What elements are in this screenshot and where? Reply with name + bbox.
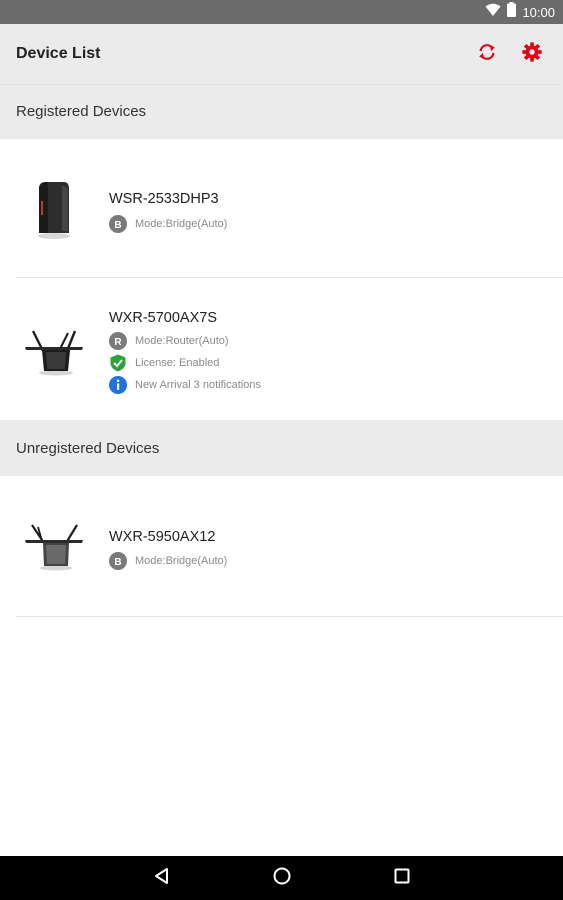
navigation-bar bbox=[0, 856, 563, 900]
router-antenna-image bbox=[22, 321, 86, 385]
device-row-wxr-5950ax12[interactable]: WXR-5950AX12 B Mode:Bridge(Auto) bbox=[0, 477, 563, 617]
home-icon bbox=[272, 866, 292, 891]
section-header-registered: Registered Devices bbox=[0, 85, 563, 139]
status-icons: 10:00 bbox=[485, 2, 555, 22]
device-name: WXR-5950AX12 bbox=[109, 529, 216, 545]
battery-icon bbox=[507, 2, 517, 22]
mode-text: Mode:Bridge(Auto) bbox=[135, 555, 228, 567]
device-mode: B Mode:Bridge(Auto) bbox=[109, 215, 227, 233]
home-button[interactable] bbox=[270, 866, 294, 890]
device-license: License: Enabled bbox=[109, 354, 219, 372]
mode-bridge-icon: B bbox=[109, 552, 127, 570]
page-title: Device List bbox=[16, 45, 101, 62]
device-notifications: New Arrival 3 notifications bbox=[109, 376, 261, 394]
section-label: Unregistered Devices bbox=[16, 440, 160, 457]
mode-text: Mode:Router(Auto) bbox=[135, 335, 229, 347]
status-time: 10:00 bbox=[522, 4, 555, 20]
svg-text:B: B bbox=[114, 220, 121, 231]
device-name: WXR-5700AX7S bbox=[109, 310, 217, 326]
license-text: License: Enabled bbox=[135, 357, 220, 369]
back-icon bbox=[153, 867, 171, 890]
info-icon bbox=[109, 376, 127, 394]
device-mode: R Mode:Router(Auto) bbox=[109, 332, 229, 350]
status-bar: 10:00 bbox=[0, 0, 563, 24]
svg-text:R: R bbox=[114, 337, 122, 348]
device-row-wxr-5700ax7s[interactable]: WXR-5700AX7S R Mode:Router(Auto) License… bbox=[0, 279, 563, 419]
router-vertical-image bbox=[22, 177, 86, 241]
back-button[interactable] bbox=[150, 866, 174, 890]
refresh-icon bbox=[476, 41, 498, 68]
recents-button[interactable] bbox=[390, 866, 414, 890]
mode-router-icon: R bbox=[109, 332, 127, 350]
settings-icon bbox=[521, 41, 543, 68]
license-check-icon bbox=[109, 354, 127, 372]
device-row-wsr-2533dhp3[interactable]: WSR-2533DHP3 B Mode:Bridge(Auto) bbox=[0, 140, 563, 278]
app-bar: Device List bbox=[0, 24, 563, 84]
mode-bridge-icon: B bbox=[109, 215, 127, 233]
svg-text:B: B bbox=[114, 557, 121, 568]
notification-text: New Arrival 3 notifications bbox=[135, 379, 261, 391]
settings-button[interactable] bbox=[518, 40, 546, 68]
refresh-button[interactable] bbox=[473, 40, 501, 68]
router-antenna-image bbox=[22, 515, 86, 579]
mode-text: Mode:Bridge(Auto) bbox=[135, 218, 228, 230]
device-mode: B Mode:Bridge(Auto) bbox=[109, 552, 227, 570]
device-name: WSR-2533DHP3 bbox=[109, 191, 219, 207]
divider bbox=[16, 277, 563, 278]
wifi-icon bbox=[485, 3, 501, 22]
section-header-unregistered: Unregistered Devices bbox=[0, 420, 563, 476]
section-label: Registered Devices bbox=[16, 103, 147, 120]
divider bbox=[16, 616, 563, 617]
recents-icon bbox=[393, 867, 411, 890]
